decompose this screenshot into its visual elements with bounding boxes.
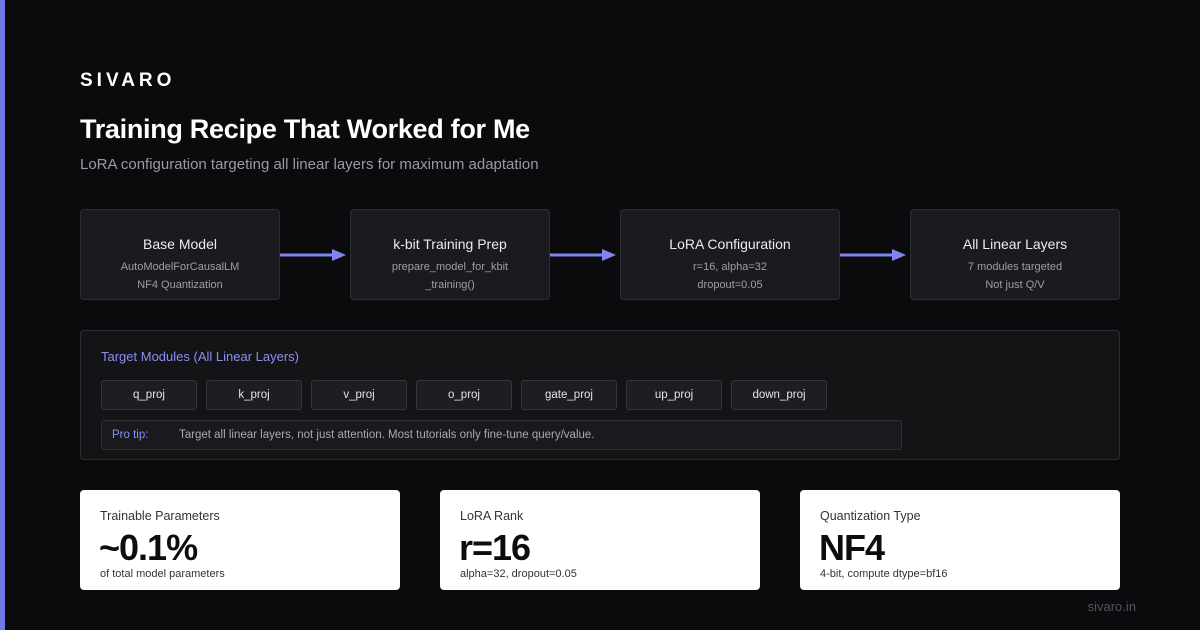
module-chip: v_proj — [311, 380, 407, 410]
flow-step-detail: _training() — [425, 279, 475, 291]
stat-value: ~0.1% — [99, 527, 198, 568]
module-chip: down_proj — [731, 380, 827, 410]
footer-domain: sivaro.in — [1087, 599, 1136, 614]
flow-step-detail: AutoModelForCausalLM — [120, 261, 240, 273]
module-chip: o_proj — [416, 380, 512, 410]
stat-note: of total model parameters — [100, 568, 225, 580]
module-chip: gate_proj — [521, 380, 617, 410]
flow-arrow-icon — [550, 249, 616, 261]
flow-arrow-icon — [840, 249, 906, 261]
stat-note: 4-bit, compute dtype=bf16 — [820, 568, 948, 580]
stat-card-quantization-type: Quantization Type NF4 4-bit, compute dty… — [800, 490, 1120, 590]
page-subtitle: LoRA configuration targeting all linear … — [80, 156, 539, 173]
flow-step-title: All Linear Layers — [962, 236, 1068, 252]
stat-label: Trainable Parameters — [100, 509, 220, 523]
flow-arrow-icon — [280, 249, 346, 261]
brand-logo: SIVARO — [80, 70, 176, 91]
stat-card-trainable-parameters: Trainable Parameters ~0.1% of total mode… — [80, 490, 400, 590]
module-chip: q_proj — [101, 380, 197, 410]
pro-tip-box: Pro tip: Target all linear layers, not j… — [101, 420, 902, 450]
flow-step-detail: prepare_model_for_kbit — [391, 261, 509, 273]
stat-card-lora-rank: LoRA Rank r=16 alpha=32, dropout=0.05 — [440, 490, 760, 590]
flow-step-detail: Not just Q/V — [985, 279, 1045, 291]
module-chip: k_proj — [206, 380, 302, 410]
flow-step-lora-config: LoRA Configuration r=16, alpha=32 dropou… — [620, 209, 840, 300]
stat-value: NF4 — [819, 527, 885, 568]
page-title: Training Recipe That Worked for Me — [80, 114, 530, 144]
flow-step-detail: NF4 Quantization — [137, 279, 223, 291]
flow-step-base-model: Base Model AutoModelForCausalLM NF4 Quan… — [80, 209, 280, 300]
stat-note: alpha=32, dropout=0.05 — [460, 568, 577, 580]
pro-tip-text: Target all linear layers, not just atten… — [179, 429, 595, 441]
stat-label: Quantization Type — [820, 509, 921, 523]
modules-panel-title: Target Modules (All Linear Layers) — [101, 349, 299, 364]
stat-value: r=16 — [459, 527, 531, 568]
flow-step-all-linear-layers: All Linear Layers 7 modules targeted Not… — [910, 209, 1120, 300]
flow-step-detail: 7 modules targeted — [967, 261, 1063, 273]
pro-tip-label: Pro tip: — [112, 429, 149, 441]
stat-label: LoRA Rank — [460, 509, 524, 523]
left-accent-bar — [0, 0, 5, 630]
flow-step-title: LoRA Configuration — [669, 236, 791, 252]
flow-step-kbit-prep: k-bit Training Prep prepare_model_for_kb… — [350, 209, 550, 300]
flow-step-title: Base Model — [143, 236, 217, 252]
target-modules-panel: Target Modules (All Linear Layers) q_pro… — [80, 330, 1120, 460]
flow-step-title: k-bit Training Prep — [393, 236, 507, 252]
flow-step-detail: dropout=0.05 — [697, 279, 763, 291]
module-chip: up_proj — [626, 380, 722, 410]
flow-step-detail: r=16, alpha=32 — [692, 261, 767, 273]
